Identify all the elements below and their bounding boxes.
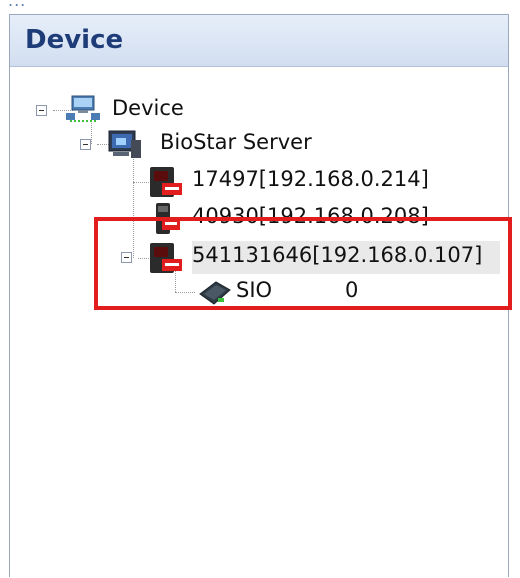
server-monitor-icon bbox=[108, 130, 141, 158]
tree-node-server[interactable]: BioStar Server bbox=[10, 128, 360, 160]
tree-node-label: Device bbox=[112, 96, 184, 120]
tree-node-label: BioStar Server bbox=[160, 130, 312, 154]
fingerprint-reader-icon bbox=[150, 167, 182, 197]
panel-header: Device bbox=[10, 15, 508, 67]
panel-title: Device bbox=[25, 25, 124, 55]
tree-node-label: 17497[192.168.0.214] bbox=[192, 167, 429, 191]
top-strip-text: ... bbox=[8, 0, 27, 10]
collapse-toggle-icon[interactable] bbox=[36, 105, 47, 116]
highlight-annotation-box bbox=[94, 217, 512, 310]
device-tree[interactable]: Device BioStar Server 17497[192.168.0.21 bbox=[10, 67, 508, 578]
tree-node-device[interactable]: 17497[192.168.0.214] bbox=[10, 165, 460, 197]
collapse-toggle-icon[interactable] bbox=[80, 139, 91, 150]
network-computers-icon bbox=[66, 95, 100, 122]
top-strip: ... bbox=[0, 0, 520, 14]
tree-node-root[interactable]: Device bbox=[10, 94, 310, 126]
